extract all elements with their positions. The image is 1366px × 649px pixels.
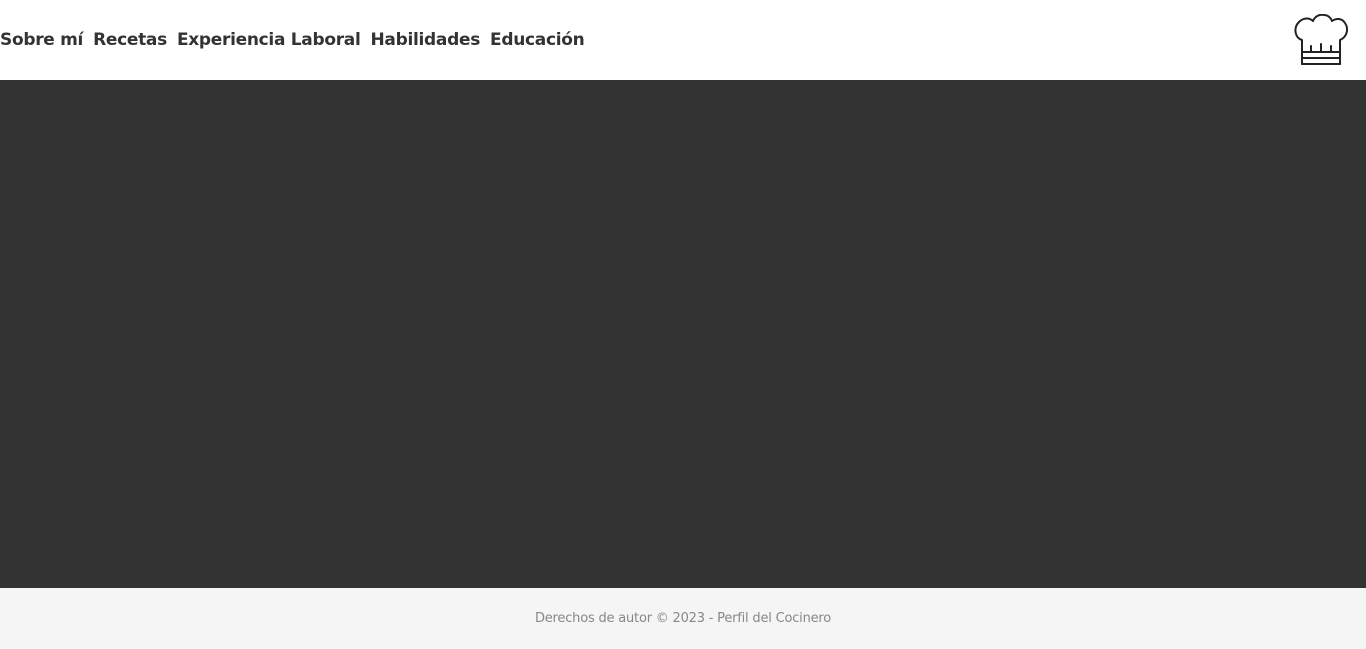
nav-link-educacion[interactable]: Educación	[490, 30, 585, 50]
page: Sobre mí Recetas Experiencia Laboral Hab…	[0, 0, 1366, 649]
nav-link-sobre-mi[interactable]: Sobre mí	[0, 30, 83, 50]
main-nav: Sobre mí Recetas Experiencia Laboral Hab…	[0, 0, 594, 80]
nav-link-experiencia-laboral[interactable]: Experiencia Laboral	[177, 30, 361, 50]
copyright-text: Derechos de autor © 2023 - Perfil del Co…	[534, 611, 832, 626]
footer: Derechos de autor © 2023 - Perfil del Co…	[0, 588, 1366, 649]
chef-hat-icon[interactable]	[1294, 13, 1349, 66]
top-header: Sobre mí Recetas Experiencia Laboral Hab…	[0, 0, 1366, 80]
hero-section	[0, 80, 1366, 588]
nav-link-recetas[interactable]: Recetas	[93, 30, 167, 50]
nav-link-habilidades[interactable]: Habilidades	[371, 30, 481, 50]
